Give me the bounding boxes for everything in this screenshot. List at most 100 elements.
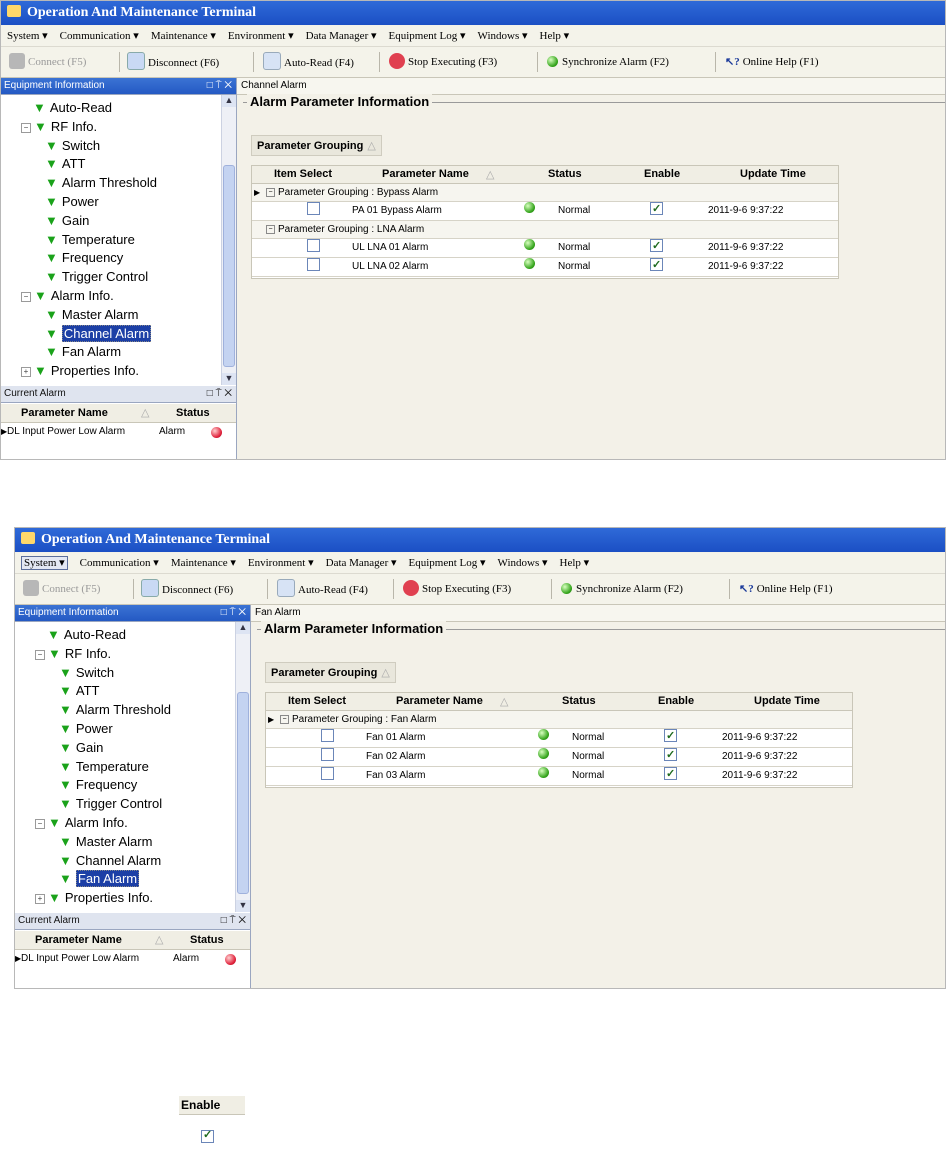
collapse-icon[interactable]: − (266, 188, 275, 197)
tree-node-master-alarm[interactable]: ▼ Master Alarm (59, 833, 152, 851)
table-row[interactable]: Fan 03 Alarm Normal 2011-9-6 9:37:22 (266, 765, 852, 786)
group-row[interactable]: ▶ − Parameter Grouping : Fan Alarm (266, 711, 852, 729)
expand-toggle-icon[interactable]: + (21, 367, 31, 378)
tree-node-trigger-control[interactable]: ▼ Trigger Control (59, 795, 162, 813)
col-enable[interactable]: Enable (658, 695, 694, 707)
pane-controls[interactable]: □ ⍑ ✕ (207, 78, 232, 94)
col-update-time[interactable]: Update Time (754, 695, 820, 707)
enable-checkbox[interactable] (664, 746, 677, 764)
tree-node-auto-read[interactable]: ▼ Auto-Read (47, 626, 126, 644)
parameter-grouping-button[interactable]: Parameter Grouping △ (265, 662, 396, 683)
scroll-down-icon[interactable]: ▼ (236, 900, 250, 912)
table-row[interactable]: UL LNA 01 Alarm Normal 2011-9-6 9:37:22 (252, 237, 838, 258)
enable-checkbox[interactable] (664, 727, 677, 745)
tree-node-power[interactable]: ▼ Power (45, 193, 99, 211)
tab-title[interactable]: Fan Alarm (251, 605, 945, 622)
tree-node-gain[interactable]: ▼ Gain (45, 212, 89, 230)
tree-node-temperature[interactable]: ▼ Temperature (45, 231, 135, 249)
menu-item[interactable]: Help ▾ (560, 557, 590, 569)
collapse-icon[interactable]: − (266, 225, 275, 234)
group-row[interactable]: ▶ − Parameter Grouping : Bypass Alarm (252, 184, 838, 202)
scroll-thumb[interactable] (223, 165, 235, 367)
item-select-checkbox[interactable] (307, 239, 320, 252)
online-help-button[interactable]: ↖? Online Help (F1) (739, 579, 832, 599)
current-alarm-row[interactable]: ▶ DL Input Power Low Alarm Alarm (1, 424, 236, 440)
tab-title[interactable]: Channel Alarm (237, 78, 945, 95)
tree-node-fan-alarm[interactable]: ▼ Fan Alarm (59, 870, 140, 888)
parameter-grouping-button[interactable]: Parameter Grouping △ (251, 135, 382, 156)
table-row[interactable]: PA 01 Bypass Alarm Normal 2011-9-6 9:37:22 (252, 200, 838, 221)
item-select-checkbox[interactable] (321, 729, 334, 742)
table-row[interactable]: Fan 01 Alarm Normal 2011-9-6 9:37:22 (266, 727, 852, 748)
item-select-checkbox[interactable] (321, 767, 334, 780)
menu-item[interactable]: Maintenance ▾ (151, 30, 216, 42)
expand-toggle-icon[interactable]: + (35, 894, 45, 905)
current-alarm-row[interactable]: ▶ DL Input Power Low Alarm Alarm (15, 951, 250, 967)
tree-node-alarm-info[interactable]: − ▼ Alarm Info. (21, 287, 114, 305)
enable-checkbox[interactable] (650, 256, 663, 274)
item-select-checkbox[interactable] (307, 258, 320, 271)
menu-item[interactable]: Environment ▾ (228, 30, 294, 42)
tree-scrollbar[interactable]: ▲ ▼ (221, 95, 236, 385)
pane-controls[interactable]: □ ⍑ ✕ (221, 605, 246, 621)
col-item-select[interactable]: Item Select (288, 695, 346, 707)
tree-node-properties-info[interactable]: + ▼ Properties Info. (21, 362, 139, 380)
tree-node-master-alarm[interactable]: ▼ Master Alarm (45, 306, 138, 324)
tree-node-properties-info[interactable]: + ▼ Properties Info. (35, 889, 153, 907)
connect-button[interactable]: Connect (F5) (23, 579, 100, 599)
scroll-down-icon[interactable]: ▼ (222, 373, 236, 385)
col-item-select[interactable]: Item Select (274, 168, 332, 180)
menu-item[interactable]: Data Manager ▾ (306, 30, 377, 42)
tree-node-switch[interactable]: ▼ Switch (59, 664, 114, 682)
tree-node-auto-read[interactable]: ▼ Auto-Read (33, 99, 112, 117)
tree-node-channel-alarm[interactable]: ▼ Channel Alarm (59, 852, 161, 870)
tree-node-temperature[interactable]: ▼ Temperature (59, 758, 149, 776)
synchronize-alarm-button[interactable]: Synchronize Alarm (F2) (547, 52, 669, 72)
col-parameter-name[interactable]: Parameter Name (396, 695, 483, 707)
menu-item[interactable]: Data Manager ▾ (326, 557, 397, 569)
connect-button[interactable]: Connect (F5) (9, 52, 86, 72)
enable-checkbox[interactable] (664, 765, 677, 783)
col-enable[interactable]: Enable (644, 168, 680, 180)
online-help-button[interactable]: ↖? Online Help (F1) (725, 52, 818, 72)
disconnect-button[interactable]: Disconnect (F6) (141, 579, 233, 599)
tree-node-power[interactable]: ▼ Power (59, 720, 113, 738)
menu-item[interactable]: System ▾ (21, 556, 68, 570)
col-update-time[interactable]: Update Time (740, 168, 806, 180)
auto-read-button[interactable]: Auto-Read (F4) (263, 52, 354, 72)
enable-checkbox[interactable] (201, 1128, 214, 1143)
table-row[interactable]: Fan 02 Alarm Normal 2011-9-6 9:37:22 (266, 746, 852, 767)
menu-item[interactable]: Communication ▾ (80, 557, 159, 569)
menu-item[interactable]: Communication ▾ (60, 30, 139, 42)
col-status[interactable]: Status (548, 168, 582, 180)
item-select-checkbox[interactable] (321, 748, 334, 761)
stop-executing-button[interactable]: Stop Executing (F3) (403, 579, 511, 599)
tree-node-alarm-threshold[interactable]: ▼ Alarm Threshold (45, 174, 157, 192)
collapse-icon[interactable]: − (280, 715, 289, 724)
group-row[interactable]: − Parameter Grouping : LNA Alarm (252, 221, 838, 239)
expand-toggle-icon[interactable]: − (21, 122, 31, 133)
enable-checkbox[interactable] (650, 237, 663, 255)
auto-read-button[interactable]: Auto-Read (F4) (277, 579, 368, 599)
tree-node-alarm-info[interactable]: − ▼ Alarm Info. (35, 814, 128, 832)
expand-toggle-icon[interactable]: − (21, 292, 31, 302)
expand-toggle-icon[interactable]: − (35, 649, 45, 660)
tree-node-att[interactable]: ▼ ATT (45, 155, 85, 173)
col-parameter-name[interactable]: Parameter Name (382, 168, 469, 180)
tree-node-trigger-control[interactable]: ▼ Trigger Control (45, 268, 148, 286)
tree-node-rf-info[interactable]: − ▼ RF Info. (35, 645, 111, 663)
tree-node-rf-info[interactable]: − ▼ RF Info. (21, 118, 97, 136)
menu-item[interactable]: Help ▾ (540, 30, 570, 42)
item-select-checkbox[interactable] (307, 202, 320, 215)
tree-node-frequency[interactable]: ▼ Frequency (59, 776, 137, 794)
table-row[interactable]: UL LNA 02 Alarm Normal 2011-9-6 9:37:22 (252, 256, 838, 277)
tree-node-gain[interactable]: ▼ Gain (59, 739, 103, 757)
synchronize-alarm-button[interactable]: Synchronize Alarm (F2) (561, 579, 683, 599)
tree-scrollbar[interactable]: ▲ ▼ (235, 622, 250, 912)
pane-controls[interactable]: □ ⍑ ✕ (207, 386, 232, 402)
disconnect-button[interactable]: Disconnect (F6) (127, 52, 219, 72)
menu-item[interactable]: Equipment Log ▾ (389, 30, 466, 42)
menu-item[interactable]: Environment ▾ (248, 557, 314, 569)
tree-node-channel-alarm[interactable]: ▼ Channel Alarm (45, 324, 152, 343)
menu-item[interactable]: System ▾ (7, 30, 48, 42)
